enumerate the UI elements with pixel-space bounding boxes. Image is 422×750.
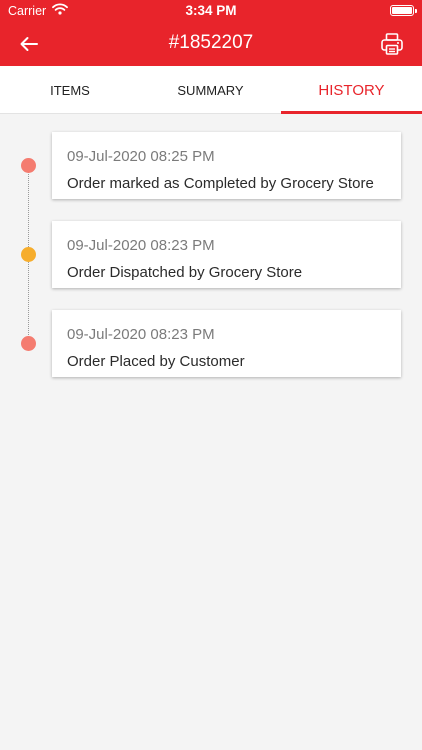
history-description: Order Dispatched by Grocery Store <box>67 264 303 281</box>
app-header: Carrier 3:34 PM #1852207 <box>0 0 422 66</box>
timeline-dot <box>21 158 36 173</box>
navigation-bar: #1852207 <box>0 22 422 66</box>
status-bar: Carrier 3:34 PM <box>0 0 422 22</box>
print-button[interactable] <box>376 28 408 60</box>
history-card: 09-Jul-2020 08:23 PM Order Dispatched by… <box>52 221 401 288</box>
timeline-dot <box>21 247 36 262</box>
battery-icon <box>390 5 417 16</box>
printer-icon <box>381 33 403 55</box>
tab-summary[interactable]: SUMMARY <box>140 66 281 114</box>
tab-history[interactable]: HISTORY <box>281 66 422 114</box>
history-description: Order marked as Completed by Grocery Sto… <box>67 175 374 192</box>
history-timestamp: 09-Jul-2020 08:25 PM <box>67 148 215 165</box>
active-tab-indicator <box>281 111 422 114</box>
history-card: 09-Jul-2020 08:23 PM Order Placed by Cus… <box>52 310 401 377</box>
order-number-title: #1852207 <box>168 32 254 53</box>
history-timestamp: 09-Jul-2020 08:23 PM <box>67 237 215 254</box>
tab-bar: ITEMS SUMMARY HISTORY <box>0 66 422 114</box>
tab-items[interactable]: ITEMS <box>0 66 140 114</box>
history-description: Order Placed by Customer <box>67 353 245 370</box>
timeline-dot <box>21 336 36 351</box>
clock-label: 3:34 PM <box>185 3 237 18</box>
history-timestamp: 09-Jul-2020 08:23 PM <box>67 326 215 343</box>
history-card: 09-Jul-2020 08:25 PM Order marked as Com… <box>52 132 401 199</box>
